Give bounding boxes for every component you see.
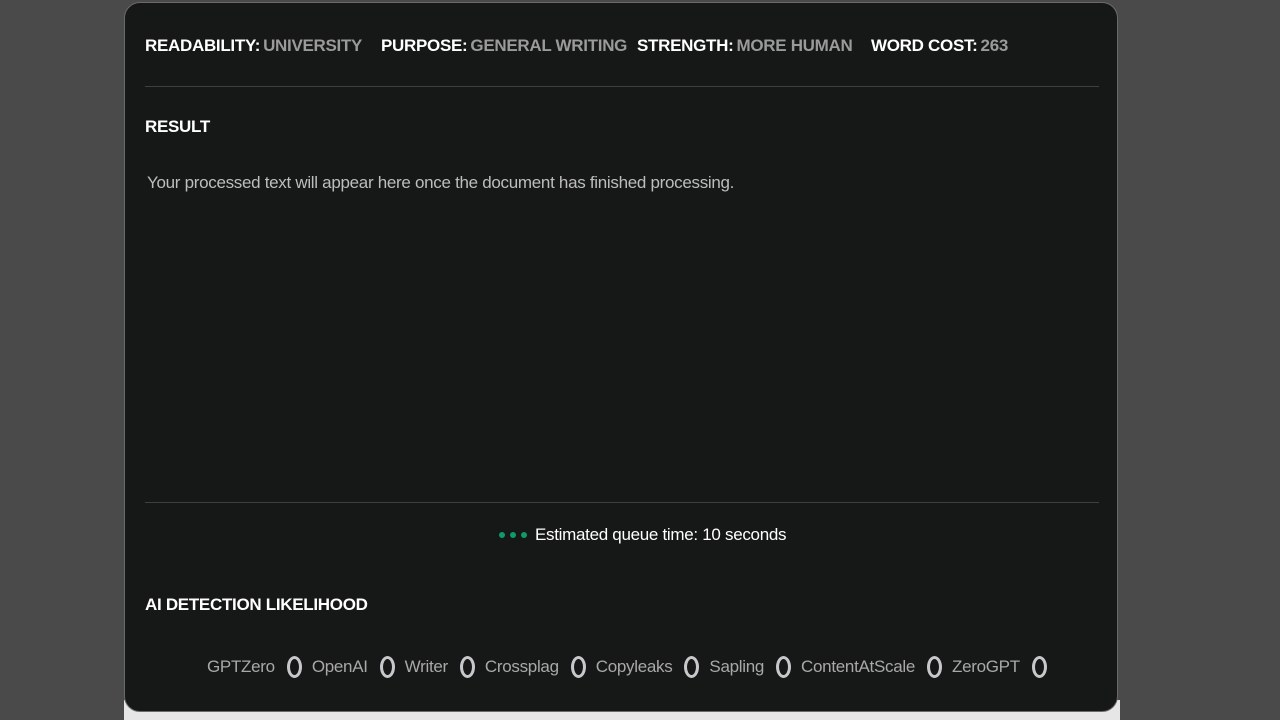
detector-name: Copyleaks — [595, 657, 673, 676]
setting-strength: STRENGTH: MORE HUMAN — [637, 36, 871, 56]
setting-purpose-value: GENERAL WRITING — [470, 36, 628, 55]
detector-item: ContentAtScale — [801, 656, 942, 678]
detector-list: GPTZero OpenAI Writer Crossplag Copyleaks Sap… — [207, 651, 1057, 683]
detector-item: Sapling — [709, 656, 792, 678]
ring-icon — [776, 656, 792, 678]
loading-dot — [499, 532, 505, 538]
ring-icon — [570, 656, 586, 678]
setting-purpose: PURPOSE: GENERAL WRITING — [381, 36, 637, 56]
detector-name: ContentAtScale — [801, 657, 915, 676]
result-title: RESULT — [145, 117, 210, 136]
ring-icon — [286, 656, 302, 678]
result-output-text: Your processed text will appear here onc… — [147, 173, 735, 192]
detector-item: OpenAI — [312, 656, 395, 678]
ring-icon — [379, 656, 395, 678]
detector-item: Copyleaks — [596, 656, 700, 678]
detection-title: AI DETECTION LIKELIHOOD — [145, 595, 368, 614]
detector-name: ZeroGPT — [951, 657, 1020, 676]
ring-icon — [926, 656, 942, 678]
setting-readability-value: UNIVERSITY — [263, 36, 363, 55]
divider-bottom — [145, 502, 1099, 503]
detector-name: Writer — [404, 657, 449, 676]
setting-strength-value: MORE HUMAN — [736, 36, 853, 55]
result-panel: READABILITY: UNIVERSITY PURPOSE: GENERAL… — [124, 2, 1118, 712]
detector-name: OpenAI — [311, 657, 368, 676]
detector-item: ZeroGPT — [952, 656, 1047, 678]
loading-dot — [510, 532, 516, 538]
loading-dots-icon — [499, 532, 527, 538]
ring-icon — [459, 656, 475, 678]
queue-status: Estimated queue time: 10 seconds — [499, 523, 787, 547]
queue-time-text: Estimated queue time: 10 seconds — [535, 525, 787, 544]
detector-item: GPTZero — [207, 656, 302, 678]
detector-item: Writer — [405, 656, 475, 678]
settings-bar: READABILITY: UNIVERSITY PURPOSE: GENERAL… — [145, 33, 1008, 59]
setting-readability: READABILITY: UNIVERSITY — [145, 36, 381, 56]
setting-word-cost-value: 263 — [980, 36, 1009, 55]
setting-purpose-label: PURPOSE: — [381, 36, 468, 55]
detector-item: Crossplag — [485, 656, 586, 678]
detector-name: Sapling — [709, 657, 765, 676]
detector-name: GPTZero — [207, 657, 275, 676]
loading-dot — [521, 532, 527, 538]
ring-icon — [1031, 656, 1047, 678]
ring-icon — [684, 656, 700, 678]
setting-word-cost-label: WORD COST: — [871, 36, 978, 55]
setting-word-cost: WORD COST: 263 — [871, 36, 1008, 56]
setting-readability-label: READABILITY: — [145, 36, 261, 55]
divider-top — [145, 86, 1099, 87]
detector-name: Crossplag — [484, 657, 559, 676]
setting-strength-label: STRENGTH: — [637, 36, 734, 55]
